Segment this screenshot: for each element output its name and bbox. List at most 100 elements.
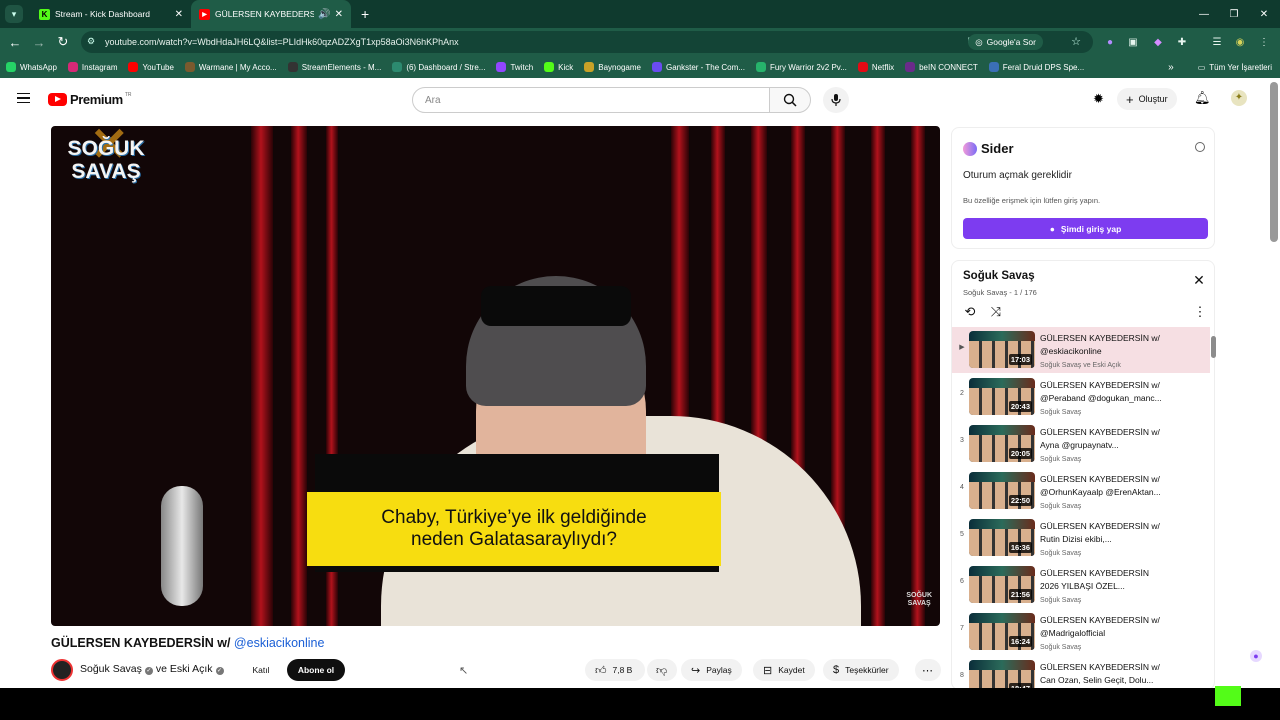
google-ask-button[interactable]: ◎ Google'a Sor [968,34,1043,50]
video-title-mention-link[interactable]: @eskiacikonline [234,636,325,650]
extensions-puzzle-icon[interactable]: ✚ [1174,34,1190,50]
playlist-item-thumbnail[interactable]: 22:50 [969,472,1035,509]
back-icon[interactable]: ← [3,35,27,50]
bookmark-item[interactable]: Kick [544,62,573,72]
playlist-item-title[interactable]: GÜLERSEN KAYBEDERSİN w/Ayna @grupaynatv.… [1040,426,1180,452]
login-now-button[interactable]: ● Şimdi giriş yap [963,218,1208,239]
playlist-item-thumbnail[interactable]: 17:03 [969,331,1035,368]
tab-youtube-video[interactable]: ▶ GÜLERSEN KAYBEDERSİN w/ 🔊 ✕ [191,0,351,28]
playlist-item-thumbnail[interactable]: 18:47 [969,660,1035,689]
playlist-item-thumbnail[interactable]: 20:05 [969,425,1035,462]
close-icon[interactable]: ✕ [175,9,183,20]
tab-kick-dashboard[interactable]: K Stream - Kick Dashboard ✕ [31,0,191,28]
more-bookmarks-icon[interactable]: » [1168,62,1174,73]
bookmark-item[interactable]: (6) Dashboard / Stre... [392,62,485,72]
reading-list-icon[interactable]: ☰ [1209,34,1225,50]
bookmark-item[interactable]: Feral Druid DPS Spe... [988,62,1084,72]
sider-floating-icon[interactable]: ● [1250,650,1262,662]
join-button[interactable]: Katıl [240,659,282,681]
playlist-item[interactable]: 4 22:50 GÜLERSEN KAYBEDERSİN w/ @OrhunKayaa… [952,468,1210,514]
page-scrollbar[interactable] [1270,82,1278,242]
menu-kebab-icon[interactable]: ⋮ [1256,34,1272,50]
profile-icon[interactable]: ◉ [1232,34,1248,50]
bookmark-item[interactable]: Netflix [857,62,894,72]
playlist-channel[interactable]: Soğuk Savaş [963,288,1007,297]
playlist-item[interactable]: 2 20:43 GÜLERSEN KAYBEDERSİN w/ @Peraband @… [952,374,1210,420]
playlist-item[interactable]: 3 20:05 GÜLERSEN KAYBEDERSİN w/Ayna @grupa… [952,421,1210,467]
tab-search-icon[interactable]: ▾ [5,5,23,23]
forward-icon[interactable]: → [27,35,51,50]
bookmark-item[interactable]: WhatsApp [6,62,57,72]
extension-icon[interactable]: ◆ [1150,34,1166,50]
channel-name-primary[interactable]: Soğuk Savaş [80,663,142,675]
extension-icon[interactable]: ▣ [1125,34,1141,50]
notifications-bell-icon[interactable]: 🔔︎ [1194,90,1211,106]
account-avatar[interactable]: ✦ [1231,90,1247,106]
speaker-icon[interactable]: 🔊 [318,9,330,20]
close-window-button[interactable]: ✕ [1248,0,1280,28]
bookmark-item[interactable]: Fury Warrior 2v2 Pv... [755,62,847,72]
guide-menu-icon[interactable] [17,93,30,103]
create-button[interactable]: + Oluştur [1117,88,1177,110]
extension-sider-icon[interactable]: ● [1102,34,1118,50]
taskbar [0,688,1280,720]
channel-name[interactable]: Soğuk Savaş ✓ ve Eski Açık ✓ [80,663,227,675]
playlist-panel: Soğuk Savaş Soğuk Savaş - 1 / 176 ✕ ⟲ ⤨ … [951,260,1215,690]
youtube-premium-logo[interactable]: Premium TR [48,92,132,107]
playlist-item-title[interactable]: GÜLERSEN KAYBEDERSİN w/ @Peraband @doguka… [1040,379,1180,405]
more-actions-button[interactable]: ⋯ [915,659,941,681]
playlist-item-thumbnail[interactable]: 21:56 [969,566,1035,603]
playlist-item-title[interactable]: GÜLERSEN KAYBEDERSİN w/Rutin Dizisi ekib… [1040,520,1180,546]
more-vertical-icon[interactable]: ⋮ [1192,304,1208,320]
extension-gear-icon[interactable]: ✹ [1093,91,1104,107]
bookmark-item[interactable]: Instagram [67,62,117,72]
bookmark-item[interactable]: Gankster - The Com... [651,62,745,72]
search-button[interactable] [769,87,811,113]
reload-icon[interactable]: ↻ [51,34,75,50]
playlist-item-thumbnail[interactable]: 16:36 [969,519,1035,556]
playlist-item-thumbnail[interactable]: 20:43 [969,378,1035,415]
new-tab-button[interactable]: + [361,6,369,22]
playlist-item-title[interactable]: GÜLERSEN KAYBEDERSİN w/ @Madrigalofficial [1040,614,1180,640]
playlist-scrollbar[interactable] [1211,336,1216,358]
thanks-button[interactable]: $ Teşekkürler [823,659,899,681]
bookmark-star-icon[interactable]: ☆ [1071,35,1081,48]
playlist-item-title[interactable]: GÜLERSEN KAYBEDERSİN 2026 YILBAŞI ÖZEL... [1040,567,1180,593]
bookmark-item[interactable]: Baynogame [584,62,641,72]
playlist-item[interactable]: 8 18:47 GÜLERSEN KAYBEDERSİN w/Can Ozan, S… [952,656,1210,689]
channel-name-secondary[interactable]: Eski Açık [170,663,213,675]
playlist-item[interactable]: 7 16:24 GÜLERSEN KAYBEDERSİN w/ @Madrigalof… [952,609,1210,655]
bookmark-item[interactable]: beIN CONNECT [905,62,978,72]
like-button[interactable]: 👍︎ 7,8 B [585,659,645,681]
share-button[interactable]: ↪ Paylaş [681,659,742,681]
bookmark-item[interactable]: Twitch [496,62,533,72]
dislike-button[interactable]: 👎︎ [647,659,677,681]
subscribe-button[interactable]: Abone ol [287,659,345,681]
maximize-button[interactable]: ❐ [1218,0,1250,28]
all-bookmarks-link[interactable]: Tüm Yer İşaretleri [1209,63,1272,72]
close-icon[interactable]: ✕ [335,9,343,20]
bookmark-item[interactable]: YouTube [128,62,174,72]
search-input[interactable]: Ara [412,87,770,113]
playlist-item-title[interactable]: GÜLERSEN KAYBEDERSİN w/ @eskiacikonline [1040,332,1180,358]
loop-icon[interactable]: ⟲ [962,304,978,320]
bookmark-item[interactable]: Warmane | My Acco... [184,62,277,72]
shuffle-icon[interactable]: ⤨ [988,304,1004,320]
playlist-item[interactable]: 6 21:56 GÜLERSEN KAYBEDERSİN 2026 YILBAŞI Ö… [952,562,1210,608]
playlist-item[interactable]: 5 16:36 GÜLERSEN KAYBEDERSİN w/Rutin Dizis… [952,515,1210,561]
site-info-icon[interactable]: ⚙ [87,36,95,47]
close-icon[interactable]: ✕ [1192,273,1206,288]
minimize-button[interactable]: — [1188,0,1220,28]
playlist-item-thumbnail[interactable]: 16:24 [969,613,1035,650]
playlist-item-title[interactable]: GÜLERSEN KAYBEDERSİN w/ @OrhunKayaalp @Er… [1040,473,1180,499]
video-player[interactable]: ✕ SOĞUK SAVAŞ Chaby, Türkiye’ye ilk geld… [51,126,940,626]
channel-avatar[interactable] [51,659,73,681]
playlist-title[interactable]: Soğuk Savaş [963,270,1035,282]
playlist-item-title[interactable]: GÜLERSEN KAYBEDERSİN w/Can Ozan, Selin G… [1040,661,1180,687]
bookmark-item[interactable]: StreamElements - M... [287,62,381,72]
save-button[interactable]: ⊟ Kaydet [753,659,815,681]
settings-icon[interactable] [1195,142,1205,152]
voice-search-button[interactable] [823,87,849,113]
address-bar[interactable]: ⚙ youtube.com/watch?v=WbdHdaJH6LQ&list=P… [81,31,1093,53]
playlist-item[interactable]: ▶ 17:03 GÜLERSEN KAYBEDERSİN w/ @eskiacikon… [952,327,1210,373]
